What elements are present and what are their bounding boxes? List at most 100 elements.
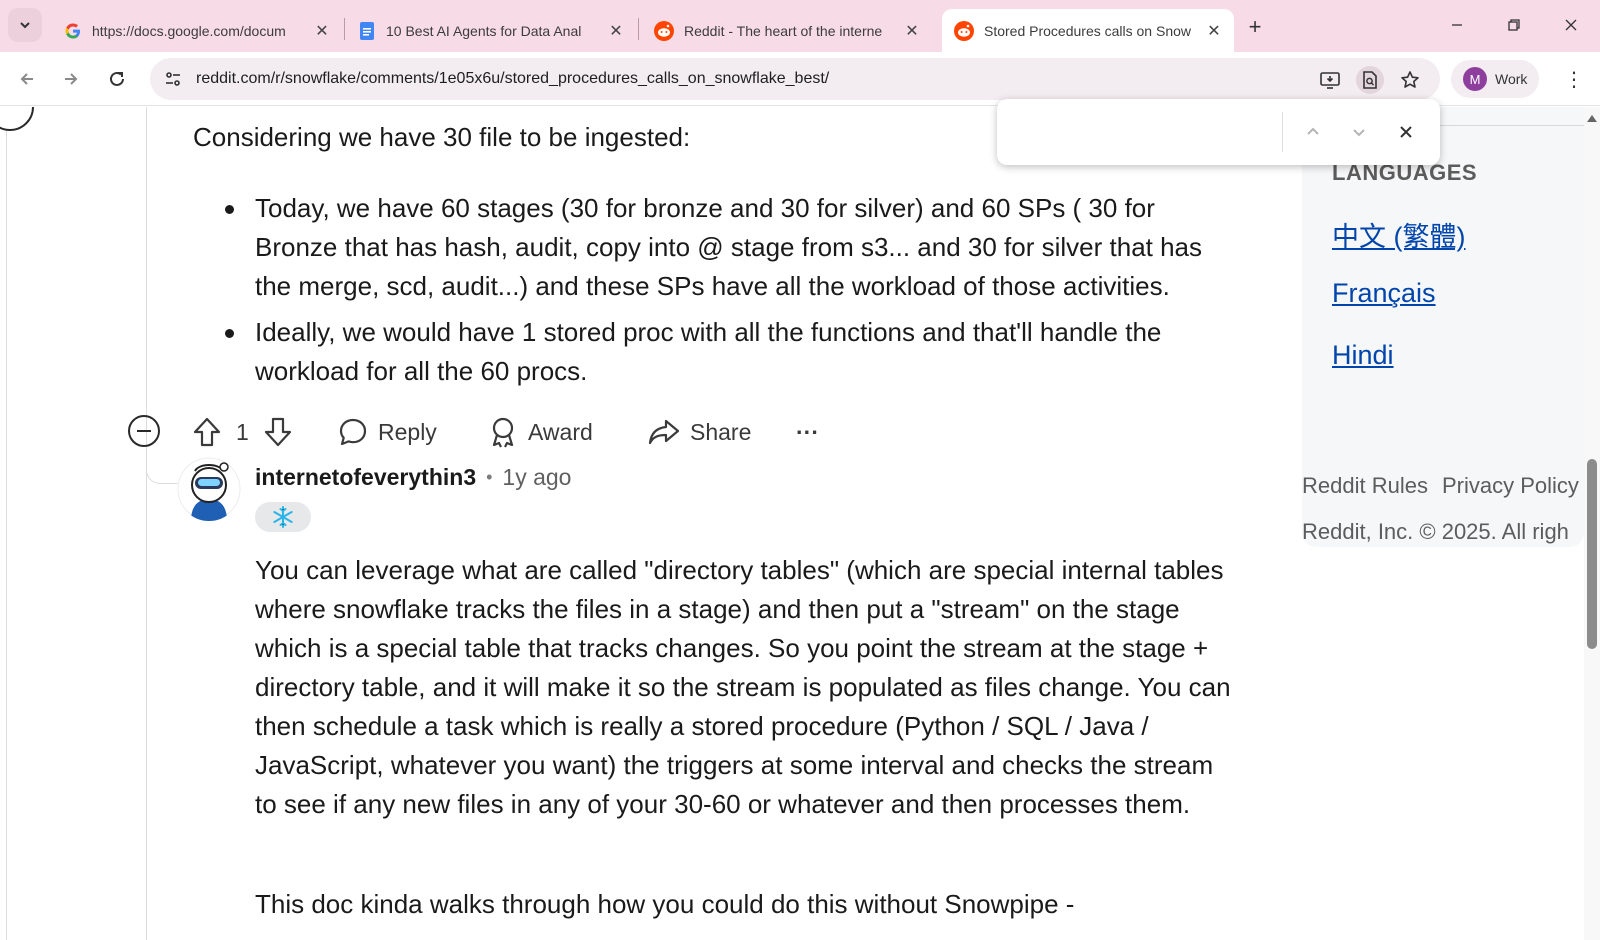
tab-title: 10 Best AI Agents for Data Anal — [386, 22, 582, 39]
profile-button[interactable]: M Work — [1451, 60, 1539, 98]
minimize-button[interactable] — [1437, 10, 1477, 40]
thread-line — [146, 107, 147, 940]
tab-title: Reddit - The heart of the interne — [684, 22, 883, 39]
tab-title: https://docs.google.com/docum — [92, 22, 286, 39]
user-avatar[interactable] — [177, 457, 241, 521]
list-item: Today, we have 60 stages (30 for bronze … — [225, 189, 1235, 306]
close-icon[interactable]: ✕ — [314, 23, 330, 40]
snowflake-icon — [273, 506, 293, 528]
username-link[interactable]: internetofeverythin3 — [255, 464, 476, 491]
more-icon: ··· — [796, 418, 819, 445]
tab-separator — [638, 18, 639, 40]
tune-icon — [166, 72, 180, 86]
downvote-icon[interactable] — [263, 416, 293, 448]
tab-google-docs[interactable]: https://docs.google.com/docum ✕ — [52, 9, 342, 52]
address-bar[interactable]: reddit.com/r/snowflake/comments/1e05x6u/… — [150, 58, 1440, 100]
bookmark-button[interactable] — [1396, 66, 1424, 94]
comment-bullet-list: Today, we have 60 stages (30 for bronze … — [225, 189, 1235, 398]
reddit-page: Considering we have 30 file to be ingest… — [0, 107, 1600, 940]
site-info-button[interactable] — [158, 64, 188, 94]
install-app-button[interactable] — [1316, 66, 1344, 94]
close-icon[interactable]: ✕ — [904, 23, 920, 40]
google-icon — [65, 23, 80, 38]
find-next-button[interactable] — [1345, 118, 1373, 146]
list-item: Ideally, we would have 1 stored proc wit… — [225, 313, 1235, 391]
arrow-right-icon — [65, 73, 78, 85]
tab-title: Stored Procedures calls on Snow — [984, 22, 1191, 39]
vote-count: 1 — [236, 418, 249, 445]
divider — [1282, 112, 1283, 152]
chevron-up-icon — [1307, 127, 1319, 135]
find-bar — [997, 99, 1440, 165]
thread-connector — [146, 450, 180, 484]
vote-group: 1 — [192, 410, 293, 454]
close-icon[interactable]: ✕ — [1206, 23, 1222, 40]
share-icon — [648, 419, 680, 445]
find-close-button[interactable] — [1392, 118, 1420, 146]
minus-icon — [137, 430, 151, 432]
tab-separator — [344, 18, 345, 40]
find-input[interactable] — [1013, 113, 1277, 151]
tab-ai-agents[interactable]: 10 Best AI Agents for Data Anal ✕ — [346, 9, 636, 52]
reload-icon — [110, 71, 124, 86]
star-icon — [1401, 71, 1419, 88]
meta-separator: • — [486, 467, 493, 487]
comment-paragraph: You can leverage what are called "direct… — [255, 555, 1231, 819]
chevron-down-icon — [20, 22, 30, 29]
docs-icon — [360, 21, 374, 40]
comment-paragraph: This doc kinda walks through how you cou… — [255, 889, 1075, 919]
tab-search-button[interactable] — [8, 8, 42, 42]
reload-button[interactable] — [101, 63, 133, 95]
reply-label: Reply — [378, 418, 437, 445]
close-icon[interactable]: ✕ — [608, 23, 624, 40]
new-tab-button[interactable]: + — [1241, 13, 1269, 41]
arrow-left-icon — [20, 73, 33, 85]
scrollbar-thumb[interactable] — [1587, 459, 1597, 649]
language-link-chinese[interactable]: 中文 (繁體) — [1332, 215, 1465, 254]
user-flair — [255, 502, 311, 532]
tab-reddit-home[interactable]: Reddit - The heart of the interne ✕ — [642, 9, 932, 52]
share-button[interactable]: Share — [648, 410, 751, 454]
upvote-icon[interactable] — [192, 416, 222, 448]
reddit-icon — [954, 20, 974, 41]
forward-button[interactable] — [55, 63, 87, 95]
browser-toolbar: reddit.com/r/snowflake/comments/1e05x6u/… — [0, 52, 1600, 106]
back-button[interactable] — [11, 63, 43, 95]
browser-menu-button[interactable]: ⋮ — [1560, 65, 1588, 93]
chevron-down-icon — [1353, 129, 1365, 137]
award-button[interactable]: Award — [488, 410, 593, 454]
scroll-up-arrow-icon[interactable] — [1586, 113, 1598, 123]
install-icon — [1320, 72, 1340, 89]
comment-action-bar: 1 Reply Award Share ··· — [128, 410, 848, 454]
reddit-rules-link[interactable]: Reddit Rules — [1302, 473, 1428, 498]
award-icon — [492, 417, 514, 448]
profile-label: Work — [1495, 71, 1528, 87]
minimize-icon — [1452, 24, 1462, 26]
share-label: Share — [690, 418, 752, 445]
privacy-policy-link[interactable]: Privacy Policy — [1442, 473, 1579, 498]
more-options-button[interactable]: ··· — [796, 410, 819, 454]
find-in-page-button[interactable] — [1356, 66, 1384, 94]
close-window-button[interactable] — [1551, 10, 1591, 40]
comment-timestamp[interactable]: 1y ago — [502, 464, 571, 491]
profile-avatar: M — [1463, 67, 1487, 91]
restore-icon — [1508, 19, 1520, 31]
collapse-thread-button[interactable] — [128, 415, 160, 447]
close-icon — [1400, 126, 1412, 138]
tab-strip: https://docs.google.com/docum ✕ 10 Best … — [0, 0, 1600, 52]
parent-collapse-circle[interactable] — [0, 107, 34, 131]
find-previous-button[interactable] — [1299, 118, 1327, 146]
url-text[interactable]: reddit.com/r/snowflake/comments/1e05x6u/… — [196, 70, 829, 88]
footer-links: Reddit Rules Privacy Policy — [1302, 473, 1593, 499]
close-icon — [1565, 19, 1577, 31]
language-link-french[interactable]: Français — [1332, 278, 1436, 309]
language-link-hindi[interactable]: Hindi — [1332, 340, 1394, 371]
reply-button[interactable]: Reply — [338, 410, 437, 454]
reddit-icon — [654, 20, 674, 41]
restore-button[interactable] — [1494, 10, 1534, 40]
comment-bubble-icon — [339, 418, 367, 446]
thread-line — [6, 107, 7, 940]
award-label: Award — [528, 418, 593, 445]
comment-meta: internetofeverythin3 • 1y ago — [255, 464, 571, 491]
tab-stored-procedures[interactable]: Stored Procedures calls on Snow ✕ — [942, 9, 1234, 52]
